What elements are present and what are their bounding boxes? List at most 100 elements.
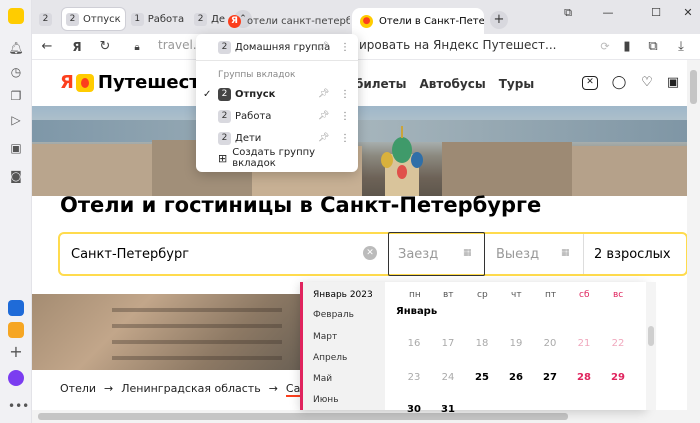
more-options-icon[interactable]: ⋮ xyxy=(340,42,350,53)
menu-group-work[interactable]: 2 Работа 📌︎ ⋮ xyxy=(196,105,358,127)
nav-buses[interactable]: Автобусы xyxy=(419,77,485,91)
tab-group-work[interactable]: 1 Работа xyxy=(127,8,188,30)
cathedral-domes xyxy=(381,126,423,196)
day-cell[interactable]: 27 xyxy=(540,372,560,383)
favorites-heart-icon[interactable]: ♡ xyxy=(638,74,656,92)
back-arrow-icon[interactable]: ← xyxy=(38,38,56,56)
travel-logo-icon xyxy=(75,73,94,92)
menu-home-group[interactable]: 2 Домашняя группа 📌︎ ⋮ xyxy=(196,36,358,58)
travel-favicon-icon: ● xyxy=(360,14,373,28)
day-cell[interactable]: 28 xyxy=(574,372,594,383)
menu-group-vacation[interactable]: ✓ 2 Отпуск 📌︎ ⋮ xyxy=(196,83,358,105)
notifications-icon[interactable]: 🔔︎ xyxy=(8,40,24,56)
date-picker: Январь 2023 Февраль Март Апрель Май Июнь… xyxy=(300,282,656,415)
river xyxy=(32,120,687,142)
more-apps-icon[interactable]: ••• xyxy=(8,398,29,414)
address-toolbar: ← Я ↻ 🔒︎ travel.yand е — забронировать н… xyxy=(32,34,700,60)
month-apr[interactable]: Апрель xyxy=(313,353,347,363)
new-tab-button[interactable]: + xyxy=(490,11,508,29)
day-cell: 17 xyxy=(441,338,455,349)
day-cell[interactable]: 25 xyxy=(472,372,492,383)
weekday-sun: вс xyxy=(613,290,624,300)
checkout-input[interactable]: Выезд xyxy=(496,247,539,262)
profile-avatar-icon[interactable] xyxy=(8,8,24,24)
alice-icon[interactable] xyxy=(8,370,24,386)
lock-icon[interactable]: 🔒︎ xyxy=(128,39,146,57)
city-input[interactable]: Санкт-Петербург xyxy=(71,247,189,262)
checkin-calendar-icon: ▦ xyxy=(463,248,472,258)
day-cell[interactable]: 29 xyxy=(608,372,628,383)
page-scrollbar-horizontal[interactable] xyxy=(32,410,700,423)
weekday-thu: чт xyxy=(511,290,522,300)
mail-app-icon[interactable] xyxy=(8,322,24,338)
yandex-home-icon[interactable]: Я xyxy=(68,38,86,56)
reload-icon[interactable]: ↻ xyxy=(96,38,114,56)
tab-search-results[interactable]: Я отели санкт-петербурга — xyxy=(220,8,350,34)
page-heading: Отели и гостиницы в Санкт-Петербурге xyxy=(60,193,542,217)
history-icon[interactable]: ◷ xyxy=(8,64,24,80)
tickets-icon[interactable]: ✕ xyxy=(582,76,598,90)
bookmark-icon[interactable]: ▮ xyxy=(618,38,636,56)
pin-icon[interactable]: 📌︎ xyxy=(318,42,329,52)
screenshot-icon[interactable]: ◙ xyxy=(8,168,24,184)
tab-bar: 2 2 Отпуск 1 Работа 2 Де ⌃ Я отели санкт-пе… xyxy=(32,0,700,34)
tab-groups-menu: 2 Домашняя группа 📌︎ ⋮ Группы вкладок ✓ … xyxy=(196,34,358,172)
breadcrumb-hotels[interactable]: Отели xyxy=(60,382,96,397)
extensions-icon[interactable]: ⧉ xyxy=(644,38,662,56)
create-tab-group-button[interactable]: ⊞ Создать группу вкладок xyxy=(196,147,358,169)
pin-icon[interactable]: 📌︎ xyxy=(318,111,329,121)
breadcrumb-region[interactable]: Ленинградская область xyxy=(121,382,260,397)
day-cell: 19 xyxy=(509,338,523,349)
month-mar[interactable]: Март xyxy=(313,332,337,342)
downloads-icon[interactable]: ⤓ xyxy=(672,38,690,56)
day-cell[interactable]: 30 xyxy=(404,404,424,415)
bookmarks-panel-icon[interactable]: ⧉ xyxy=(558,5,578,21)
menu-group-kids[interactable]: 2 Дети 📌︎ ⋮ xyxy=(196,127,358,149)
month-may[interactable]: Май xyxy=(313,374,332,384)
clear-city-icon[interactable]: ✕ xyxy=(363,246,377,260)
pin-icon[interactable]: 📌︎ xyxy=(318,89,329,99)
day-cell: 18 xyxy=(475,338,489,349)
tab-group-vacation[interactable]: 2 Отпуск xyxy=(62,8,125,30)
share-icon[interactable]: ⟳ xyxy=(596,38,614,56)
tab-group-home[interactable]: 2 xyxy=(35,8,60,30)
month-feb[interactable]: Февраль xyxy=(313,310,354,320)
calendar-icon[interactable]: ▣ xyxy=(8,140,24,156)
add-app-icon[interactable]: + xyxy=(8,344,24,360)
checkout-calendar-icon: ▦ xyxy=(561,248,570,258)
breadcrumb-arrow-icon: → xyxy=(268,382,278,395)
month-jun[interactable]: Июнь xyxy=(313,395,339,405)
hotel-search-form: Санкт-Петербург ✕ Заезд ▦ Выезд ▦ 2 взро… xyxy=(58,232,687,276)
media-player-icon[interactable]: ▷ xyxy=(8,112,24,128)
calendar-scrollbar[interactable] xyxy=(646,282,656,410)
zen-app-icon[interactable] xyxy=(8,300,24,316)
month-list: Январь 2023 Февраль Март Апрель Май Июнь xyxy=(300,282,385,410)
month-jan[interactable]: Январь 2023 xyxy=(313,290,373,300)
checkin-input[interactable]: Заезд xyxy=(398,247,438,262)
page-scrollbar-vertical[interactable] xyxy=(687,60,700,410)
weekday-tue: вт xyxy=(443,290,454,300)
more-options-icon[interactable]: ⋮ xyxy=(340,133,350,144)
guests-select[interactable]: 2 взрослых xyxy=(594,247,671,262)
more-options-icon[interactable]: ⋮ xyxy=(340,89,350,100)
close-window-button[interactable]: ✕ xyxy=(678,5,698,21)
day-cell: 20 xyxy=(543,338,557,349)
maximize-button[interactable]: ☐ xyxy=(646,5,666,21)
minimize-button[interactable]: — xyxy=(598,5,618,21)
chat-icon[interactable]: ◯ xyxy=(610,74,628,92)
calendar-month-title: Январь xyxy=(396,306,438,317)
day-cell[interactable]: 31 xyxy=(438,404,458,415)
orders-bag-icon[interactable]: ▣ xyxy=(664,74,682,92)
day-cell[interactable]: 26 xyxy=(506,372,526,383)
tab-hotels[interactable]: ● Отели в Санкт-Петербурге ✕ xyxy=(352,8,484,34)
more-options-icon[interactable]: ⋮ xyxy=(340,111,350,122)
nav-tours[interactable]: Туры xyxy=(499,77,534,91)
weekday-fri: пт xyxy=(545,290,557,300)
day-cell: 24 xyxy=(441,372,455,383)
pin-icon[interactable]: 📌︎ xyxy=(318,133,329,143)
checkmark-icon: ✓ xyxy=(203,88,212,100)
travel-logo[interactable]: Я Путешествия xyxy=(60,72,208,93)
collections-icon[interactable]: ❐ xyxy=(8,88,24,104)
city-banner xyxy=(32,106,687,196)
menu-heading: Группы вкладок xyxy=(218,70,296,80)
